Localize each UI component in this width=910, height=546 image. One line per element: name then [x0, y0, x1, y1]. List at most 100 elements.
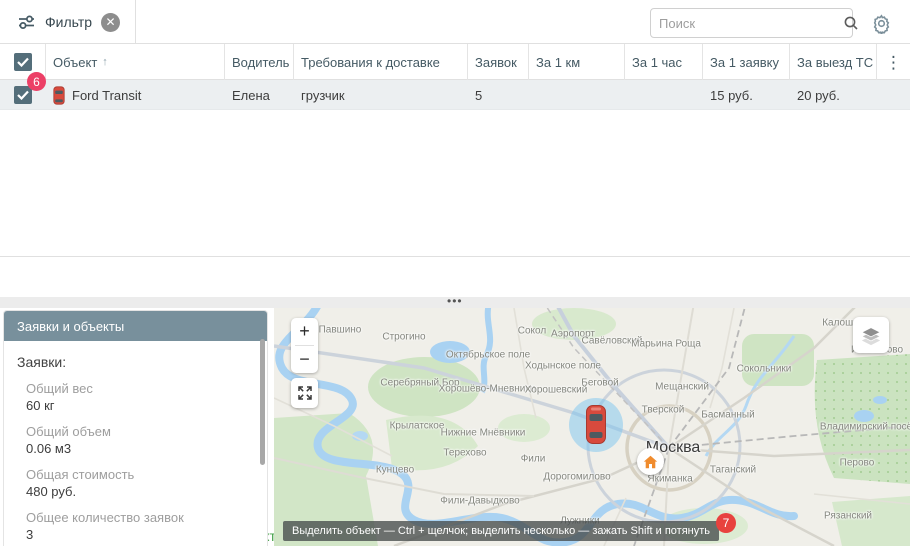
- map-place-label: Сокольники: [737, 364, 792, 375]
- search-input[interactable]: [651, 16, 843, 31]
- cell-driver: Елена: [225, 80, 294, 110]
- search-box: [650, 8, 853, 38]
- summary-item-label: Общая стоимость: [26, 466, 254, 483]
- map-place-label: Якиманка: [647, 474, 692, 485]
- filter-label: Фильтр: [45, 14, 92, 30]
- map-place-label: Павшино: [319, 325, 362, 336]
- cell-requirements: грузчик: [294, 80, 468, 110]
- summary-section-label: Заявки:: [17, 354, 254, 370]
- settings-gear-icon[interactable]: [869, 11, 893, 35]
- map-place-label: Савёловский: [581, 336, 642, 347]
- summary-item: Общая стоимость 480 руб.: [26, 466, 254, 500]
- map-place-label: Ходынское поле: [525, 361, 601, 372]
- map-place-label: Тверской: [642, 405, 685, 416]
- home-marker[interactable]: [637, 448, 664, 475]
- summary-item-value: 3: [26, 526, 254, 543]
- map-place-label: Терехово: [443, 448, 486, 459]
- top-toolbar: Фильтр ✕: [0, 0, 910, 44]
- summary-item-label: Общее количество заявок: [26, 509, 254, 526]
- map-hint-tooltip: Выделить объект — Ctrl + щелчок; выделит…: [283, 521, 719, 541]
- column-label: Заявок: [475, 55, 517, 70]
- filter-sliders-icon: [17, 13, 36, 31]
- column-header-per-km[interactable]: За 1 км: [529, 44, 625, 80]
- map-place-label: Фили-Давыдково: [440, 496, 519, 507]
- vehicle-marker[interactable]: [585, 404, 607, 445]
- column-header-requirements[interactable]: Требования к доставке: [294, 44, 468, 80]
- table-header: Объект ↑ Водитель Требования к доставке …: [0, 44, 910, 80]
- sort-asc-icon: ↑: [102, 56, 108, 68]
- summary-item-value: 60 кг: [26, 397, 254, 414]
- panel-scrollbar[interactable]: [260, 339, 265, 465]
- zoom-in-button[interactable]: +: [291, 318, 318, 345]
- column-label: За выезд ТС: [797, 55, 873, 70]
- map-place-label: Дорогомилово: [543, 472, 610, 483]
- map-place-label: Нижние Мнёвники: [441, 428, 526, 439]
- column-header-object[interactable]: Объект ↑: [46, 44, 225, 80]
- summary-item: Общее количество заявок 3: [26, 509, 254, 543]
- summary-panel-title: Заявки и объекты: [4, 311, 267, 341]
- column-header-per-request[interactable]: За 1 заявку: [703, 44, 790, 80]
- map-place-label: Мещанский: [655, 382, 709, 393]
- map-place-label: Октябрьское поле: [446, 350, 530, 361]
- map-place-label: Сокол: [518, 326, 546, 337]
- map-place-label: Кунцево: [376, 465, 414, 476]
- map-place-label: Фили: [521, 454, 546, 465]
- clear-filter-icon[interactable]: ✕: [101, 13, 120, 32]
- cell-object: Ford Transit: [46, 80, 225, 110]
- cell-per-request: 15 руб.: [703, 80, 790, 110]
- map-place-label: Перово: [840, 458, 875, 469]
- select-all-checkbox[interactable]: [14, 53, 32, 71]
- column-label: За 1 км: [536, 55, 580, 70]
- expand-arrows-icon: [297, 385, 313, 401]
- column-label: Объект: [53, 55, 97, 70]
- summary-panel-body: Заявки: Общий вес 60 кг Общий объем 0.06…: [4, 341, 267, 543]
- column-label: За 1 час: [632, 55, 682, 70]
- fullscreen-button[interactable]: [291, 378, 318, 408]
- map-place-label: Хорошевский: [525, 385, 588, 396]
- column-settings-icon[interactable]: ⋮: [885, 54, 902, 71]
- map-place-label: Рязанский: [824, 511, 872, 522]
- column-label: Требования к доставке: [301, 55, 440, 70]
- summary-panel: Заявки и объекты Заявки: Общий вес 60 кг…: [3, 310, 268, 546]
- map-place-label: Серебряный Бор: [380, 378, 459, 389]
- splitter-handle-icon[interactable]: •••: [447, 294, 463, 308]
- map-place-label: Строгино: [382, 332, 425, 343]
- cell-per-km: [529, 80, 625, 110]
- filter-button[interactable]: Фильтр ✕: [0, 0, 136, 44]
- map-place-label: Крылатское: [390, 421, 445, 432]
- search-icon[interactable]: [843, 15, 859, 31]
- summary-item-value: 0.06 м3: [26, 440, 254, 457]
- map-place-label: Марьина Роща: [631, 339, 701, 350]
- column-label: Водитель: [232, 55, 289, 70]
- summary-item-label: Общий объем: [26, 423, 254, 440]
- horizontal-splitter[interactable]: •••: [0, 297, 910, 308]
- map-layers-button[interactable]: [853, 317, 889, 353]
- column-header-per-trip[interactable]: За выезд ТС: [790, 44, 877, 80]
- summary-item: Общий объем 0.06 м3: [26, 423, 254, 457]
- cell-requests: 5: [468, 80, 529, 110]
- column-header-driver[interactable]: Водитель: [225, 44, 294, 80]
- map-place-label: Аэропорт: [551, 329, 595, 340]
- summary-item-label: Общий вес: [26, 380, 254, 397]
- table-row[interactable]: 6 Ford Transit Елена грузчик 5 15 руб. 2…: [0, 80, 910, 110]
- map-zoom-control: + −: [291, 318, 318, 373]
- summary-item-value: 480 руб.: [26, 483, 254, 500]
- column-menu-cell: ⋮: [877, 44, 910, 80]
- home-icon: [643, 455, 658, 469]
- column-header-per-hour[interactable]: За 1 час: [625, 44, 703, 80]
- column-label: За 1 заявку: [710, 55, 779, 70]
- summary-item: Общий вес 60 кг: [26, 380, 254, 414]
- cell-per-hour: [625, 80, 703, 110]
- app-window: Фильтр ✕ Объект ↑ Водитель Требования к …: [0, 0, 910, 546]
- map-place-label: Беговой: [581, 378, 618, 389]
- cell-per-trip: 20 руб.: [790, 80, 877, 110]
- column-header-requests[interactable]: Заявок: [468, 44, 529, 80]
- map-place-label: Владимирский посёлок: [820, 422, 910, 433]
- object-name: Ford Transit: [72, 88, 141, 103]
- map-canvas[interactable]: МоскваПавшиноСтрогиноСоколАэропортСавёло…: [274, 308, 910, 546]
- zoom-out-button[interactable]: −: [291, 346, 318, 373]
- map-place-label: Басманный: [701, 410, 754, 421]
- vehicle-icon: [53, 86, 65, 105]
- wizard-bar: 1 2 3 Выбран 1 объект Назад Сформировать…: [0, 256, 910, 297]
- submit-badge: 7: [716, 513, 736, 533]
